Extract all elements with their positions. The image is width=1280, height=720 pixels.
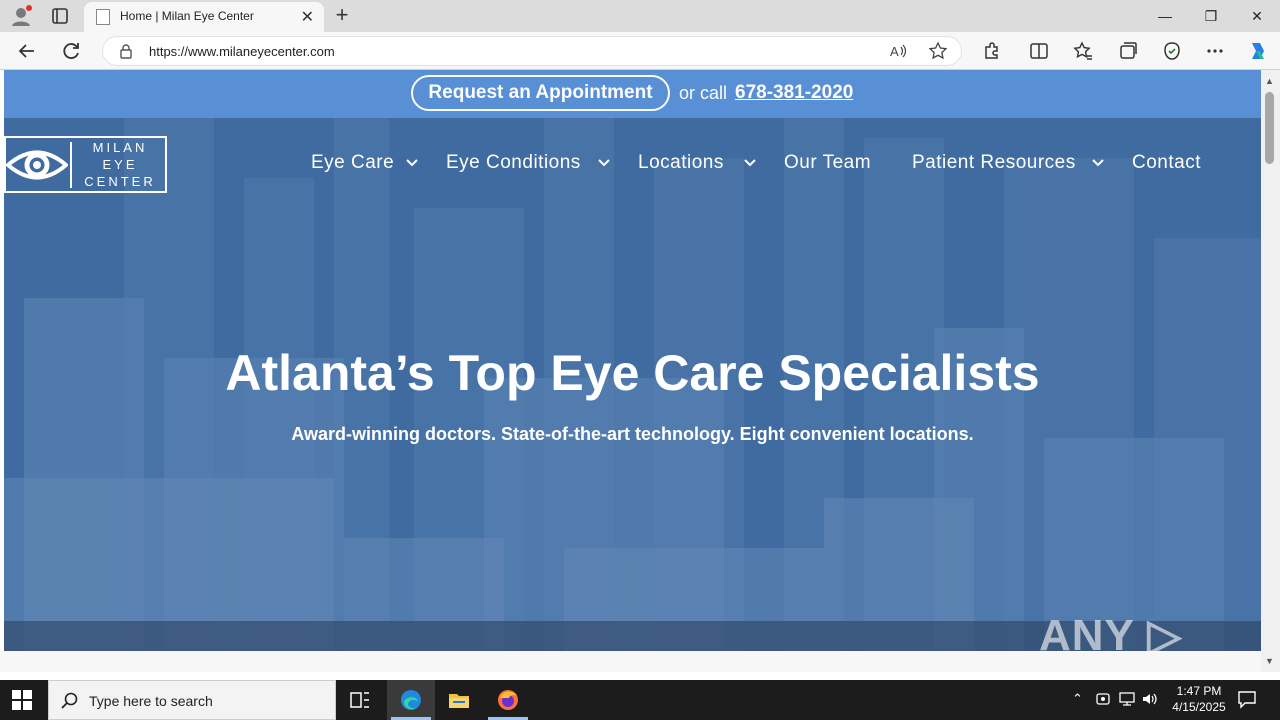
request-appointment-button[interactable]: Request an Appointment bbox=[411, 75, 670, 111]
nav-eye-care[interactable]: Eye Care bbox=[311, 152, 394, 174]
nav-contact[interactable]: Contact bbox=[1132, 152, 1201, 174]
nav-our-team[interactable]: Our Team bbox=[784, 152, 871, 174]
active-tab[interactable]: Home | Milan Eye Center ✕ bbox=[84, 2, 324, 32]
copilot-icon[interactable] bbox=[1246, 40, 1268, 62]
volume-icon[interactable] bbox=[1141, 690, 1159, 708]
browser-essentials-icon[interactable] bbox=[1161, 40, 1183, 62]
scroll-up-icon[interactable]: ▲ bbox=[1265, 76, 1274, 86]
profile-icon[interactable] bbox=[10, 5, 32, 27]
logo-word-eye: EYE bbox=[102, 157, 138, 172]
close-window-button[interactable]: ✕ bbox=[1234, 4, 1280, 28]
page-bottom-strip bbox=[0, 651, 1261, 672]
svg-text:A: A bbox=[890, 44, 899, 59]
site-logo[interactable]: MILAN EYE CENTER bbox=[4, 136, 167, 193]
notifications-icon[interactable] bbox=[1237, 689, 1257, 709]
windows-taskbar: Type here to search ⌃ 1:47 PM 4/15/2025 bbox=[0, 680, 1280, 720]
back-icon[interactable] bbox=[16, 40, 38, 62]
logo-word-milan: MILAN bbox=[92, 140, 148, 155]
meet-now-icon[interactable] bbox=[1094, 690, 1112, 708]
refresh-icon[interactable] bbox=[60, 40, 82, 62]
chevron-down-icon[interactable] bbox=[405, 156, 419, 170]
split-screen-icon[interactable] bbox=[1028, 40, 1050, 62]
extensions-icon[interactable] bbox=[980, 40, 1002, 62]
appointment-bar: Request an Appointment or call 678-381-2… bbox=[4, 70, 1261, 118]
chevron-down-icon[interactable] bbox=[1091, 156, 1105, 170]
chevron-down-icon[interactable] bbox=[743, 156, 757, 170]
new-tab-button[interactable]: + bbox=[330, 2, 354, 28]
browser-toolbar: https://www.milaneyecenter.com A bbox=[0, 32, 1280, 70]
site-favicon-icon bbox=[96, 9, 110, 25]
read-aloud-icon[interactable]: A bbox=[889, 41, 907, 61]
clock-date: 4/15/2025 bbox=[1172, 700, 1226, 714]
url-text[interactable]: https://www.milaneyecenter.com bbox=[149, 44, 335, 59]
vertical-scrollbar[interactable]: ▲ ▼ bbox=[1261, 70, 1280, 672]
logo-divider bbox=[70, 142, 72, 188]
edge-browser-icon[interactable] bbox=[399, 688, 423, 712]
file-explorer-icon[interactable] bbox=[447, 688, 471, 712]
hero-title: Atlanta’s Top Eye Care Specialists bbox=[225, 345, 1040, 401]
anyrun-watermark: ANY ▷ RUN bbox=[1039, 611, 1183, 651]
hero-subtitle: Award-winning doctors. State-of-the-art … bbox=[291, 424, 974, 444]
address-bar[interactable]: https://www.milaneyecenter.com A bbox=[102, 36, 962, 66]
eye-logo-icon bbox=[6, 150, 68, 180]
system-clock[interactable]: 1:47 PM 4/15/2025 bbox=[1160, 683, 1238, 715]
web-page: Request an Appointment or call 678-381-2… bbox=[4, 70, 1261, 651]
tab-title: Home | Milan Eye Center bbox=[120, 9, 254, 23]
nav-locations[interactable]: Locations bbox=[638, 152, 724, 174]
favorites-icon[interactable] bbox=[1072, 40, 1094, 62]
nav-eye-conditions[interactable]: Eye Conditions bbox=[446, 152, 581, 174]
tab-close-icon[interactable]: ✕ bbox=[301, 7, 314, 27]
windows-start-icon[interactable] bbox=[12, 690, 32, 710]
tray-overflow-icon[interactable]: ⌃ bbox=[1072, 691, 1083, 707]
search-placeholder[interactable]: Type here to search bbox=[89, 693, 213, 709]
tab-actions-icon[interactable] bbox=[50, 6, 70, 26]
search-icon bbox=[61, 692, 78, 709]
clock-time: 1:47 PM bbox=[1176, 684, 1222, 698]
browser-tab-bar: Home | Milan Eye Center ✕ + — ❐ ✕ bbox=[0, 0, 1280, 32]
taskbar-search-box[interactable]: Type here to search bbox=[48, 680, 336, 720]
chevron-down-icon[interactable] bbox=[597, 156, 611, 170]
minimize-button[interactable]: — bbox=[1142, 4, 1188, 28]
maximize-button[interactable]: ❐ bbox=[1188, 4, 1234, 28]
collections-icon[interactable] bbox=[1117, 40, 1139, 62]
nav-patient-resources[interactable]: Patient Resources bbox=[912, 152, 1076, 174]
network-icon[interactable] bbox=[1118, 690, 1136, 708]
lock-icon[interactable] bbox=[119, 44, 133, 59]
favorite-star-icon[interactable] bbox=[929, 41, 947, 61]
scroll-thumb[interactable] bbox=[1265, 92, 1274, 164]
logo-word-center: CENTER bbox=[84, 174, 156, 189]
firefox-icon[interactable] bbox=[496, 688, 520, 712]
phone-link[interactable]: 678-381-2020 bbox=[735, 82, 853, 104]
scroll-down-icon[interactable]: ▼ bbox=[1265, 656, 1274, 666]
or-call-text: or call bbox=[679, 83, 728, 103]
more-options-icon[interactable] bbox=[1204, 40, 1226, 62]
task-view-icon[interactable] bbox=[348, 688, 372, 712]
